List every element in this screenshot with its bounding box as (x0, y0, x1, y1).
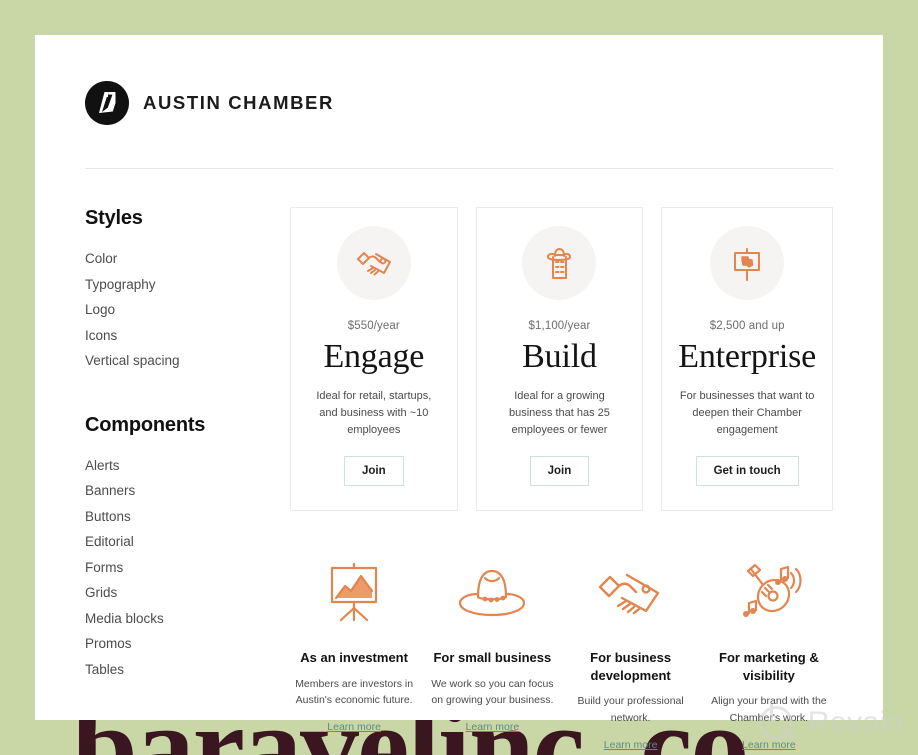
feature-title: As an investment (300, 650, 408, 666)
main-content: $550/year Engage Ideal for retail, start… (290, 207, 834, 753)
plan-card-build: $1,100/year Build Ideal for a growing bu… (475, 207, 644, 512)
plan-name: Enterprise (678, 338, 817, 375)
building-cowboy-hat-icon (522, 226, 597, 300)
feature-description: Members are investors in Austin's econom… (295, 677, 414, 706)
plan-join-button[interactable]: Join (529, 456, 590, 487)
feature-for-small-business: For small business We work so you can fo… (428, 553, 556, 753)
body-layout: Styles Color Typography Logo Icons Verti… (85, 207, 834, 753)
revain-wordmark: Revain (807, 706, 904, 739)
sidebar-heading-styles: Styles (85, 207, 143, 229)
page-inner: AUSTIN CHAMBER Styles Color Typography L… (35, 35, 883, 753)
sidebar-heading-components: Components (85, 413, 206, 436)
texas-sign-icon (710, 226, 785, 300)
plan-description: Ideal for retail, startups, and business… (316, 390, 432, 437)
brand-header: AUSTIN CHAMBER (85, 75, 833, 131)
sidebar-nav: Styles Color Typography Logo Icons Verti… (85, 207, 290, 753)
plan-card-enterprise: $2,500 and up Enterprise For businesses … (661, 207, 834, 512)
pricing-plan-row: $550/year Engage Ideal for retail, start… (290, 207, 834, 512)
plan-card-engage: $550/year Engage Ideal for retail, start… (290, 207, 458, 512)
brand-name: AUSTIN CHAMBER (143, 92, 334, 113)
feature-learn-more-link[interactable]: Learn more (604, 739, 658, 751)
sidebar-item-icons[interactable]: Icons (85, 323, 290, 349)
feature-description: We work so you can focus on growing your… (431, 677, 554, 706)
sidebar-item-grids[interactable]: Grids (85, 580, 290, 606)
plan-description: For businesses that want to deepen their… (679, 390, 815, 437)
feature-learn-more-link[interactable]: Learn more (466, 721, 520, 733)
sidebar-item-media-blocks[interactable]: Media blocks (85, 606, 290, 632)
revain-watermark: Revain (757, 702, 904, 744)
sidebar-item-editorial[interactable]: Editorial (85, 529, 290, 555)
handshake-icon (336, 226, 411, 300)
feature-learn-more-link[interactable]: Learn more (327, 721, 381, 733)
sidebar-item-forms[interactable]: Forms (85, 555, 290, 581)
sidebar-item-color[interactable]: Color (85, 246, 290, 272)
plan-price: $550/year (347, 320, 400, 332)
header-divider (85, 168, 833, 169)
sidebar-item-tables[interactable]: Tables (85, 657, 290, 683)
austin-chamber-logo-icon (85, 81, 129, 125)
feature-title: For small business (433, 650, 552, 666)
plan-name: Build (522, 338, 597, 375)
chart-easel-icon (290, 553, 418, 631)
plan-description: Ideal for a growing business that has 25… (509, 390, 610, 437)
sidebar-item-banners[interactable]: Banners (85, 478, 290, 504)
feature-as-an-investment: As an investment Members are investors i… (290, 553, 418, 753)
feature-title: For marketing & visibility (719, 650, 819, 683)
sidebar-item-logo[interactable]: Logo (85, 297, 290, 323)
sidebar-item-buttons[interactable]: Buttons (85, 504, 290, 530)
sidebar-item-typography[interactable]: Typography (85, 272, 290, 298)
feature-row: As an investment Members are investors i… (290, 553, 833, 753)
sidebar-item-promos[interactable]: Promos (85, 631, 290, 657)
cowboy-hat-icon (428, 553, 556, 631)
feature-description: Build your professional network. (577, 695, 684, 724)
page-card: AUSTIN CHAMBER Styles Color Typography L… (35, 35, 883, 751)
plan-price: $1,100/year (528, 320, 591, 332)
plan-join-button[interactable]: Join (344, 456, 404, 487)
guitar-music-icon (705, 553, 833, 631)
plan-name: Engage (323, 338, 425, 375)
plan-get-in-touch-button[interactable]: Get in touch (695, 456, 799, 487)
handshake-icon (567, 553, 695, 631)
sidebar-item-alerts[interactable]: Alerts (85, 453, 290, 479)
feature-for-business-development: For business development Build your prof… (567, 553, 695, 753)
plan-price: $2,500 and up (709, 320, 785, 332)
sidebar-item-vertical-spacing[interactable]: Vertical spacing (85, 348, 290, 374)
revain-logo-icon (757, 702, 799, 744)
feature-title: For business development (590, 650, 672, 683)
revain-tick (769, 704, 773, 724)
